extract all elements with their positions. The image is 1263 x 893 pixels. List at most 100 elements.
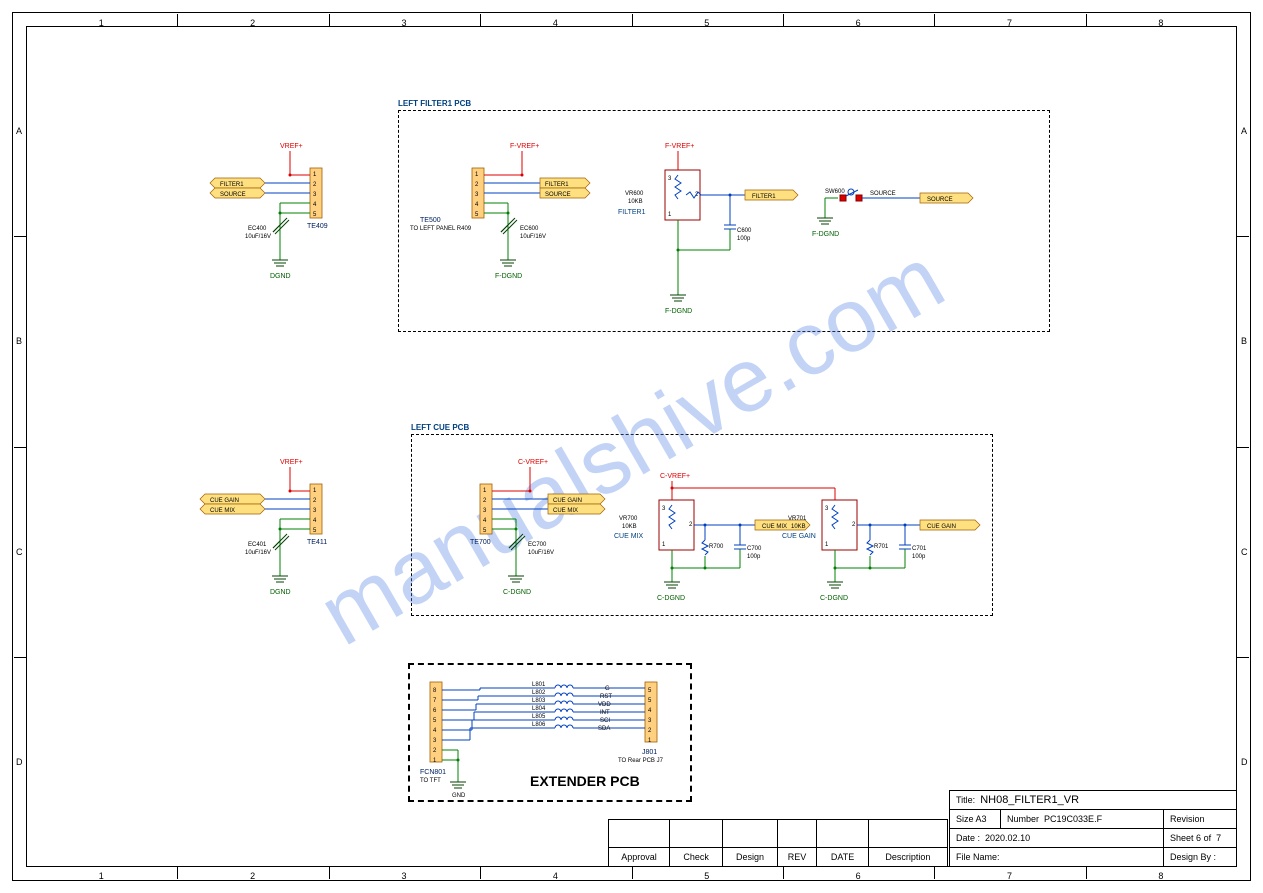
revision-table: Approval Check Design REV DATE Descripti…	[608, 819, 948, 867]
svg-text:TO Rear PCB J7: TO Rear PCB J7	[618, 758, 664, 764]
svg-text:F-DGND: F-DGND	[665, 308, 692, 315]
svg-text:SOURCE: SOURCE	[927, 197, 953, 203]
svg-text:R700: R700	[709, 544, 724, 550]
svg-text:CUE MIX: CUE MIX	[553, 508, 578, 514]
svg-text:3: 3	[825, 506, 829, 512]
svg-text:VR700: VR700	[619, 516, 638, 522]
svg-text:1: 1	[825, 542, 829, 548]
grid-col-label: 5	[704, 871, 709, 881]
svg-text:L804: L804	[532, 706, 546, 712]
svg-text:TE409: TE409	[307, 223, 328, 230]
grid-col-label: 2	[250, 18, 255, 28]
svg-text:R701: R701	[874, 544, 889, 550]
svg-text:2: 2	[852, 522, 856, 528]
block-te700: C-VREF+ 1 2 3 4 5 TE700 CUE GAIN CUE MIX…	[470, 459, 605, 596]
svg-text:VR701: VR701	[788, 516, 807, 522]
svg-text:G: G	[605, 686, 610, 692]
svg-text:10uF/16V: 10uF/16V	[528, 550, 554, 556]
svg-text:10KB: 10KB	[628, 199, 643, 205]
svg-text:C-VREF+: C-VREF+	[518, 459, 548, 466]
svg-text:FILTER1: FILTER1	[752, 194, 776, 200]
svg-text:EC600: EC600	[520, 226, 539, 232]
svg-text:INT: INT	[600, 710, 610, 716]
svg-text:L805: L805	[532, 714, 546, 720]
grid-col-label: 7	[1007, 871, 1012, 881]
svg-text:C-DGND: C-DGND	[820, 595, 848, 602]
svg-text:1: 1	[668, 212, 672, 218]
block-te409: VREF+ 1 2 3 4 5 TE409 FILTER1 SOURCE EC4…	[210, 143, 328, 280]
svg-text:RST: RST	[600, 694, 612, 700]
vref-label: VREF+	[280, 143, 303, 150]
grid-row-label: C	[1241, 547, 1248, 557]
schematic-canvas: VREF+ 1 2 3 4 5 TE409 FILTER1 SOURCE EC4…	[0, 0, 1263, 893]
svg-text:EC700: EC700	[528, 542, 547, 548]
svg-text:CUE GAIN: CUE GAIN	[553, 498, 582, 504]
block-extender: 8 7 6 5 4 3 2 1 FCN801 TO TFT 5 5 4 3 2 …	[420, 682, 664, 799]
svg-text:TO TFT: TO TFT	[420, 778, 441, 784]
grid-col-label: 8	[1158, 871, 1163, 881]
grid-col-label: 4	[553, 871, 558, 881]
svg-text:3: 3	[668, 176, 672, 182]
svg-text:CUE GAIN: CUE GAIN	[927, 524, 956, 530]
svg-text:L802: L802	[532, 690, 546, 696]
svg-text:VREF+: VREF+	[280, 459, 303, 466]
svg-text:C-VREF+: C-VREF+	[660, 473, 690, 480]
svg-text:CUE GAIN: CUE GAIN	[782, 533, 816, 540]
svg-text:2: 2	[689, 522, 693, 528]
grid-col-label: 5	[704, 18, 709, 28]
grid-row-label: D	[1241, 757, 1248, 767]
svg-text:3: 3	[662, 506, 666, 512]
svg-text:C701: C701	[912, 546, 927, 552]
grid-col-label: 1	[99, 18, 104, 28]
svg-text:FILTER1: FILTER1	[220, 182, 244, 188]
grid-col-label: 3	[401, 871, 406, 881]
grid-col-label: 7	[1007, 18, 1012, 28]
svg-text:DGND: DGND	[270, 589, 291, 596]
svg-text:SOURCE: SOURCE	[220, 192, 246, 198]
svg-text:CUE MIX: CUE MIX	[762, 524, 787, 530]
svg-text:FILTER1: FILTER1	[618, 209, 646, 216]
svg-text:FCN801: FCN801	[420, 769, 446, 776]
svg-text:GND: GND	[452, 793, 466, 799]
title-block: Title: NH08_FILTER1_VR Size A3 Number PC…	[949, 790, 1237, 867]
svg-text:EC401: EC401	[248, 542, 267, 548]
grid-row-label: D	[16, 757, 23, 767]
svg-text:L801: L801	[532, 682, 546, 688]
svg-text:FILTER1: FILTER1	[545, 182, 569, 188]
svg-text:TE700: TE700	[470, 539, 491, 546]
svg-text:F-VREF+: F-VREF+	[510, 143, 539, 150]
svg-text:10KB: 10KB	[622, 524, 637, 530]
svg-text:100p: 100p	[747, 554, 761, 560]
svg-text:EC400: EC400	[248, 226, 267, 232]
svg-text:F-DGND: F-DGND	[495, 273, 522, 280]
svg-text:CUE GAIN: CUE GAIN	[210, 498, 239, 504]
svg-text:C600: C600	[737, 228, 752, 234]
grid-col-label: 2	[250, 871, 255, 881]
svg-text:1: 1	[662, 542, 666, 548]
grid-col-label: 8	[1158, 18, 1163, 28]
block-vr600: F-VREF+ 3 2 1 VR600 10KB FILTER1 FILTER1…	[618, 143, 798, 315]
svg-text:L806: L806	[532, 722, 546, 728]
grid-row-label: A	[1241, 126, 1247, 136]
svg-text:TE411: TE411	[307, 539, 327, 546]
grid-row-label: C	[16, 547, 23, 557]
grid-col-label: 6	[856, 18, 861, 28]
svg-text:C-DGND: C-DGND	[657, 595, 685, 602]
svg-text:SW600: SW600	[825, 189, 845, 195]
svg-text:VR600: VR600	[625, 191, 644, 197]
block-sw600: SW600 SOURCE SOURCE F-DGND	[812, 189, 973, 238]
grid-row-label: B	[1241, 336, 1247, 346]
block-te411: VREF+ 1 2 3 4 5 TE411 CUE GAIN CUE MIX E…	[200, 459, 327, 596]
svg-text:TE500: TE500	[420, 217, 441, 224]
svg-text:C-DGND: C-DGND	[503, 589, 531, 596]
svg-text:F-DGND: F-DGND	[812, 231, 839, 238]
grid-row-label: B	[16, 336, 22, 346]
grid-col-label: 1	[99, 871, 104, 881]
block-vr701: 3 2 1 VR701 10KB CUE GAIN CUE GAIN R701 …	[782, 488, 980, 602]
svg-text:VDD: VDD	[598, 702, 611, 708]
block-te500: F-VREF+ 1 2 3 4 5 TE500 TO LEFT PANEL R4…	[410, 143, 590, 280]
svg-text:F-VREF+: F-VREF+	[665, 143, 694, 150]
svg-text:100p: 100p	[737, 236, 751, 242]
svg-text:SOURCE: SOURCE	[870, 191, 896, 197]
svg-text:DGND: DGND	[270, 273, 291, 280]
